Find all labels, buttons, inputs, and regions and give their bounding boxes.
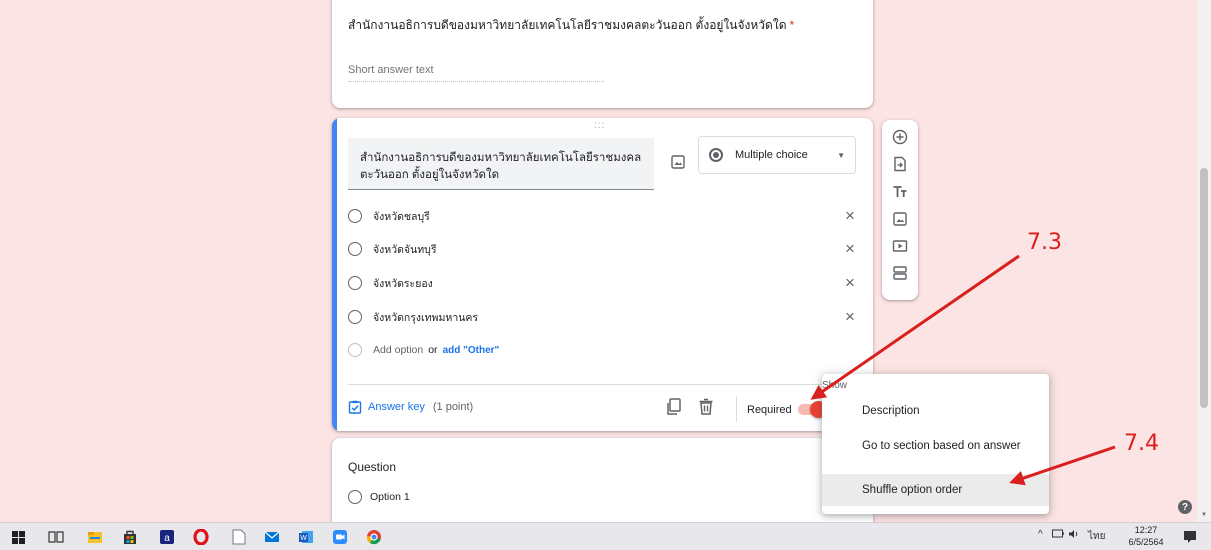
question-title-line-1: สำนักงานอธิการบดีของมหาวิทยาลัยเทคโนโลยี… [360, 152, 642, 164]
remove-option-icon[interactable]: × [842, 207, 858, 224]
add-other-link[interactable]: add "Other" [443, 345, 500, 356]
volume-icon[interactable] [1068, 529, 1080, 542]
add-option-row[interactable]: Add option or add "Other" [348, 340, 858, 360]
annotation-label-7-3: 7.3 [1027, 230, 1062, 255]
next-option-row[interactable]: Option 1 [348, 490, 410, 504]
card-footer-divider [348, 384, 857, 385]
option-label[interactable]: จังหวัดระยอง [373, 275, 842, 292]
option-label[interactable]: จังหวัดกรุงเทพมหานคร [373, 309, 842, 326]
file-explorer-icon[interactable] [85, 527, 105, 547]
store-icon[interactable] [120, 527, 140, 547]
option-row-1[interactable]: จังหวัดชลบุรี × [348, 206, 858, 226]
language-indicator[interactable]: ไทย [1088, 529, 1105, 544]
answer-key-button[interactable]: Answer key (1 point) [348, 400, 473, 414]
radio-icon [348, 343, 362, 357]
question-type-label: Multiple choice [735, 149, 808, 161]
option-row-4[interactable]: จังหวัดกรุงเทพมหานคร × [348, 307, 858, 327]
add-option-or: or [428, 344, 438, 356]
battery-icon[interactable] [1052, 529, 1064, 541]
clock-time: 12:27 [1134, 525, 1158, 535]
menu-item-shuffle-options[interactable]: Shuffle option order [822, 474, 1049, 506]
help-icon[interactable]: ? [1178, 500, 1192, 514]
amazon-icon[interactable]: a [157, 527, 177, 547]
add-option-link[interactable]: Add option [373, 344, 423, 356]
task-view-icon[interactable] [46, 527, 66, 547]
menu-item-description[interactable]: Description [822, 395, 1049, 427]
menu-header: Show [822, 380, 848, 391]
drag-handle[interactable]: ::: [594, 120, 605, 131]
delete-icon[interactable] [698, 398, 716, 418]
option-label[interactable]: จังหวัดชลบุรี [373, 208, 842, 225]
import-questions-icon[interactable] [891, 155, 909, 173]
system-clock[interactable]: 12:27 6/5/2564 [1122, 524, 1170, 548]
add-image-icon[interactable] [668, 152, 688, 172]
next-option-label[interactable]: Option 1 [370, 491, 410, 503]
question-title-line-2: ตะวันออก ตั้งอยู่ในจังหวัดใด [360, 169, 500, 181]
answer-key-label: Answer key [368, 401, 425, 413]
remove-option-icon[interactable]: × [842, 308, 858, 325]
duplicate-icon[interactable] [666, 398, 684, 418]
remove-option-icon[interactable]: × [842, 240, 858, 257]
add-question-icon[interactable] [891, 128, 909, 146]
notifications-icon[interactable] [1180, 527, 1200, 547]
previous-question-card[interactable]: สำนักงานอธิการบดีของมหาวิทยาลัยเทคโนโลยี… [332, 0, 873, 108]
add-title-icon[interactable] [891, 183, 909, 201]
radio-icon [348, 276, 362, 290]
video-app-icon[interactable] [330, 527, 350, 547]
more-options-menu: Show Description Go to section based on … [822, 374, 1049, 514]
multiple-choice-icon [709, 148, 723, 162]
radio-icon [348, 490, 362, 504]
next-question-title[interactable]: Question [348, 460, 396, 474]
clock-date: 6/5/2564 [1128, 537, 1164, 547]
points-label: (1 point) [432, 401, 474, 413]
required-star: * [789, 18, 795, 32]
mail-icon[interactable] [262, 527, 282, 547]
page-scrollbar[interactable]: ▼ [1197, 0, 1211, 522]
option-row-2[interactable]: จังหวัดจันทบุรี × [348, 239, 858, 259]
radio-icon [348, 209, 362, 223]
word-icon[interactable]: W [296, 527, 316, 547]
answer-key-icon [348, 400, 362, 414]
taskbar: a W ^ ไทย 12:27 6/5/2564 [0, 522, 1211, 550]
scroll-down-icon[interactable]: ▼ [1201, 512, 1207, 518]
chrome-icon[interactable] [364, 527, 384, 547]
option-label[interactable]: จังหวัดจันทบุรี [373, 241, 842, 258]
menu-item-go-to-section[interactable]: Go to section based on answer [822, 430, 1049, 462]
add-video-icon[interactable] [891, 237, 909, 255]
annotation-label-7-4: 7.4 [1124, 431, 1159, 456]
chevron-down-icon: ▼ [837, 150, 845, 160]
question-title-input[interactable]: สำนักงานอธิการบดีของมหาวิทยาลัยเทคโนโลยี… [348, 138, 654, 190]
side-toolbar [882, 120, 918, 300]
question-type-select[interactable]: Multiple choice ▼ [698, 136, 856, 174]
radio-icon [348, 242, 362, 256]
active-indicator-bar [332, 118, 337, 431]
amazon-glyph: a [164, 533, 170, 544]
scroll-thumb[interactable] [1200, 168, 1208, 408]
previous-question-title: สำนักงานอธิการบดีของมหาวิทยาลัยเทคโนโลยี… [348, 18, 795, 32]
show-hidden-icons-icon[interactable]: ^ [1038, 529, 1043, 540]
short-answer-placeholder: Short answer text [348, 64, 604, 82]
add-section-icon[interactable] [891, 264, 909, 282]
svg-text:W: W [300, 535, 307, 542]
opera-icon[interactable] [191, 527, 211, 547]
option-row-3[interactable]: จังหวัดระยอง × [348, 273, 858, 293]
remove-option-icon[interactable]: × [842, 274, 858, 291]
radio-icon [348, 310, 362, 324]
required-label: Required [747, 404, 792, 416]
windows-start-icon[interactable] [8, 527, 28, 547]
add-image-icon[interactable] [891, 210, 909, 228]
footer-separator [736, 396, 737, 422]
document-icon[interactable] [229, 527, 249, 547]
active-question-card[interactable]: ::: สำนักงานอธิการบดีของมหาวิทยาลัยเทคโน… [332, 118, 873, 431]
